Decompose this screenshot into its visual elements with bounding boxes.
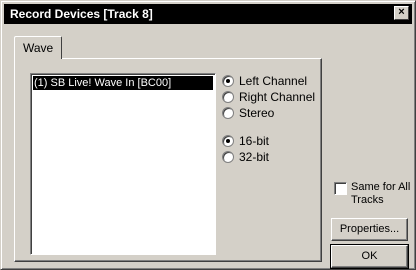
same-for-all-label: Same for All Tracks: [351, 181, 411, 206]
radio-label: 32-bit: [239, 150, 270, 164]
properties-button[interactable]: Properties...: [331, 218, 408, 241]
radio-label: Stereo: [239, 106, 275, 120]
tab-wave-label: Wave: [23, 41, 54, 55]
window-title: Record Devices [Track 8]: [10, 7, 153, 21]
title-bar[interactable]: Record Devices [Track 8] ×: [4, 4, 412, 24]
close-icon: ×: [398, 6, 405, 18]
radio-label: 16-bit: [239, 134, 270, 148]
radio-label: Right Channel: [239, 90, 316, 104]
tab-wave[interactable]: Wave: [14, 36, 62, 59]
same-for-all-checkbox[interactable]: [334, 182, 347, 195]
radio-button[interactable]: [222, 91, 234, 103]
radio-button[interactable]: [222, 135, 234, 147]
radio-button[interactable]: [222, 151, 234, 163]
radio-button[interactable]: [222, 107, 234, 119]
ok-button[interactable]: OK: [330, 244, 409, 269]
device-listbox[interactable]: (1) SB Live! Wave In [BC00]: [30, 73, 216, 255]
close-button[interactable]: ×: [394, 6, 409, 20]
radio-label: Left Channel: [239, 74, 308, 88]
list-item[interactable]: (1) SB Live! Wave In [BC00]: [33, 76, 213, 90]
radio-button[interactable]: [222, 75, 234, 87]
